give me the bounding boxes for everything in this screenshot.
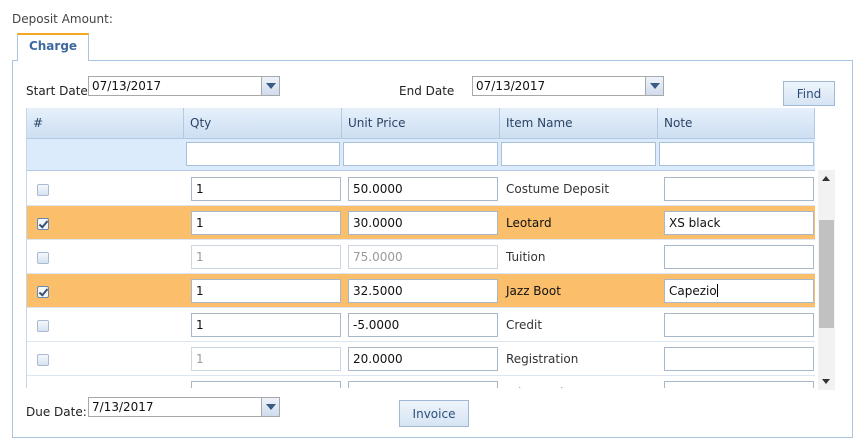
column-header-qty[interactable]: Qty (184, 108, 342, 139)
qty-input[interactable]: 1 (191, 279, 341, 303)
end-date-combo[interactable]: 07/13/2017 (472, 76, 664, 96)
row-checkbox[interactable] (37, 218, 49, 230)
table-row[interactable]: 1 75.0000 Tuition (27, 240, 815, 274)
item-name-cell: Tuition (506, 250, 546, 264)
unit-price-input[interactable]: 30.0000 (348, 211, 498, 235)
table-row[interactable]: 1 30.0000 Leotard XS black (27, 206, 815, 240)
note-filter-input[interactable] (659, 142, 814, 166)
scroll-up-arrow-icon[interactable] (818, 170, 835, 187)
column-header-unit-price[interactable]: Unit Price (342, 108, 500, 139)
filter-row (27, 139, 815, 171)
note-input-text: Capezio (669, 284, 717, 298)
column-header-number[interactable]: # (27, 108, 184, 139)
table-row[interactable]: 1 35.0000 Private Class (27, 376, 815, 388)
chevron-down-icon[interactable] (645, 77, 663, 95)
unit-price-input[interactable]: 50.0000 (348, 177, 498, 201)
text-caret (716, 284, 718, 297)
item-name-cell: Leotard (506, 216, 552, 230)
note-input[interactable] (664, 245, 814, 269)
charge-grid: # Qty Unit Price Item Name Note 1 50.0000… (26, 108, 815, 388)
end-date-value: 07/13/2017 (476, 79, 546, 93)
tab-charge[interactable]: Charge (17, 33, 89, 61)
row-checkbox[interactable] (37, 354, 49, 366)
qty-input[interactable]: 1 (191, 245, 341, 269)
due-date-label: Due Date: (26, 405, 87, 419)
qty-input[interactable]: 1 (191, 381, 341, 388)
start-date-label: Start Date (26, 84, 88, 98)
unit-price-input[interactable]: -5.0000 (348, 313, 498, 337)
table-row[interactable]: 1 -5.0000 Credit (27, 308, 815, 342)
qty-input[interactable]: 1 (191, 313, 341, 337)
item-name-cell: Costume Deposit (506, 182, 610, 196)
note-input[interactable]: Capezio (664, 279, 814, 303)
invoice-button[interactable]: Invoice (399, 400, 469, 427)
row-checkbox[interactable] (37, 184, 49, 196)
item-name-filter-input[interactable] (501, 142, 656, 166)
table-row[interactable]: 1 20.0000 Registration (27, 342, 815, 376)
unit-price-input[interactable]: 32.5000 (348, 279, 498, 303)
qty-input[interactable]: 1 (191, 177, 341, 201)
qty-filter-input[interactable] (186, 142, 340, 166)
start-date-combo[interactable]: 07/13/2017 (88, 76, 280, 96)
column-header-item-name[interactable]: Item Name (500, 108, 658, 139)
note-input[interactable] (664, 177, 814, 201)
note-input[interactable]: XS black (664, 211, 814, 235)
qty-input[interactable]: 1 (191, 347, 341, 371)
chevron-down-icon[interactable] (261, 77, 279, 95)
deposit-amount-label: Deposit Amount: (12, 12, 113, 26)
item-name-cell: Jazz Boot (506, 284, 561, 298)
column-header-note[interactable]: Note (658, 108, 815, 139)
qty-input[interactable]: 1 (191, 211, 341, 235)
table-row[interactable]: 1 32.5000 Jazz Boot Capezio (27, 274, 815, 308)
item-name-cell: Registration (506, 352, 579, 366)
unit-price-input[interactable]: 75.0000 (348, 245, 498, 269)
note-input[interactable] (664, 381, 814, 388)
start-date-value: 07/13/2017 (92, 79, 162, 93)
due-date-combo[interactable]: 7/13/2017 (88, 397, 280, 417)
table-row[interactable]: 1 50.0000 Costume Deposit (27, 172, 815, 206)
scroll-down-arrow-icon[interactable] (818, 373, 835, 390)
unit-price-input[interactable]: 35.0000 (348, 381, 498, 388)
unit-price-filter-input[interactable] (343, 142, 498, 166)
row-checkbox[interactable] (37, 252, 49, 264)
row-checkbox[interactable] (37, 320, 49, 332)
item-name-cell: Credit (506, 318, 543, 332)
find-button[interactable]: Find (783, 81, 835, 106)
item-name-cell: Private Class (506, 376, 583, 388)
chevron-down-icon[interactable] (261, 398, 279, 416)
unit-price-input[interactable]: 20.0000 (348, 347, 498, 371)
row-checkbox[interactable] (37, 286, 49, 298)
note-input[interactable] (664, 347, 814, 371)
due-date-value: 7/13/2017 (92, 400, 154, 414)
note-input[interactable] (664, 313, 814, 337)
end-date-label: End Date (399, 84, 455, 98)
scroll-thumb[interactable] (819, 220, 834, 328)
